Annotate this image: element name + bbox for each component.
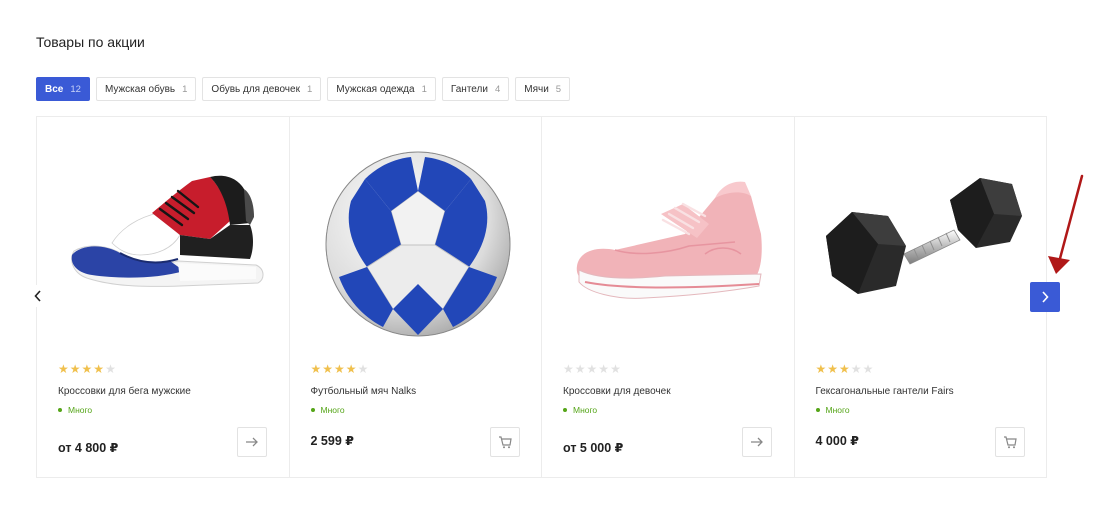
- star-icon: ★: [598, 362, 610, 376]
- star-icon: ★: [69, 362, 81, 376]
- star-icon: ★: [839, 362, 850, 376]
- product-image[interactable]: [560, 139, 780, 349]
- tab-label: Мужская одежда: [336, 83, 415, 95]
- stock-status: Много: [815, 405, 850, 415]
- tab-count: 12: [70, 83, 81, 95]
- add-to-cart-button[interactable]: [489, 427, 520, 457]
- category-tabs: Все 12 Мужская обувь 1 Обувь для девочек 1 …: [36, 77, 571, 101]
- stock-dot-icon: [563, 408, 567, 412]
- star-icon: ★: [93, 362, 105, 376]
- chevron-right-icon: [1042, 291, 1049, 303]
- product-card[interactable]: ★ ★ ★ ★ ★ Футбольный мяч Nalks Много 2 599 ₽: [290, 117, 542, 477]
- details-button[interactable]: [237, 427, 267, 457]
- star-icon: ★: [345, 362, 357, 376]
- arrow-right-icon: [751, 437, 763, 447]
- tab-label: Гантели: [450, 83, 488, 95]
- product-card[interactable]: ★ ★ ★ ★ ★ Кроссовки для бега мужские Много о…: [37, 117, 290, 477]
- arrow-right-icon: [246, 437, 258, 447]
- chevron-left-icon: [34, 290, 41, 302]
- tab-mens-shoes[interactable]: Мужская обувь 1: [95, 77, 197, 101]
- product-card[interactable]: ★ ★ ★ ★ ★ Кроссовки для девочек Много от 5 0…: [542, 117, 795, 477]
- rating-stars: ★ ★ ★ ★ ★: [563, 363, 621, 375]
- stock-label: Много: [320, 405, 345, 415]
- tab-count: 1: [421, 83, 427, 95]
- stock-dot-icon: [310, 408, 315, 412]
- product-price: от 5 000 ₽: [563, 441, 624, 455]
- tab-count: 4: [494, 83, 501, 95]
- tab-label: Мячи: [524, 83, 549, 95]
- star-icon: ★: [563, 362, 574, 376]
- star-icon: ★: [815, 362, 827, 376]
- rating-stars: ★ ★ ★ ★ ★: [311, 363, 369, 375]
- stock-status: Много: [58, 405, 92, 415]
- star-icon: ★: [81, 362, 93, 376]
- star-icon: ★: [586, 362, 598, 376]
- add-to-cart-button[interactable]: [994, 427, 1025, 457]
- tab-girls-shoes[interactable]: Обувь для девочек 1: [202, 77, 322, 101]
- product-price: 2 599 ₽: [310, 434, 354, 448]
- cart-icon: [498, 435, 512, 448]
- product-price: 4 000 ₽: [815, 434, 859, 448]
- rating-stars: ★ ★ ★ ★ ★: [816, 363, 874, 375]
- product-image[interactable]: [55, 139, 275, 349]
- carousel-next-button[interactable]: [1030, 282, 1060, 312]
- star-icon: ★: [850, 362, 862, 376]
- stock-label: Много: [573, 405, 598, 415]
- tab-all[interactable]: Все 12: [36, 77, 90, 101]
- details-button[interactable]: [742, 427, 772, 457]
- stock-label: Много: [825, 405, 850, 415]
- stock-label: Много: [68, 405, 93, 415]
- tab-label: Мужская обувь: [104, 83, 176, 95]
- tab-balls[interactable]: Мячи 5: [515, 77, 571, 101]
- carousel-prev-button[interactable]: [28, 285, 48, 307]
- tab-label: Все: [45, 83, 64, 95]
- tab-label: Обувь для девочек: [211, 83, 300, 95]
- star-icon: ★: [310, 362, 322, 376]
- star-icon: ★: [574, 362, 586, 376]
- stock-dot-icon: [58, 408, 62, 412]
- star-icon: ★: [827, 362, 839, 376]
- product-image[interactable]: [308, 139, 528, 349]
- star-icon: ★: [58, 362, 69, 376]
- product-image[interactable]: [813, 139, 1033, 349]
- tab-dumbbells[interactable]: Гантели 4: [441, 77, 510, 101]
- product-card[interactable]: ★ ★ ★ ★ ★ Гексагональные гантели Fairs Много…: [795, 117, 1047, 477]
- annotation-arrow-icon: [1048, 174, 1084, 274]
- tab-count: 1: [182, 83, 188, 95]
- star-icon: ★: [334, 362, 345, 376]
- tab-count: 1: [306, 83, 313, 95]
- tab-count: 5: [555, 83, 562, 95]
- product-name[interactable]: Гексагональные гантели Fairs: [816, 386, 954, 397]
- stock-status: Много: [310, 405, 345, 415]
- star-icon: ★: [322, 362, 334, 376]
- stock-status: Много: [563, 405, 597, 415]
- star-icon: ★: [862, 362, 874, 376]
- product-carousel: ★ ★ ★ ★ ★ Кроссовки для бега мужские Много о…: [36, 116, 1047, 478]
- cart-icon: [1003, 435, 1017, 448]
- product-name[interactable]: Кроссовки для бега мужские: [58, 386, 191, 397]
- star-icon: ★: [610, 362, 621, 376]
- product-price: от 4 800 ₽: [58, 441, 119, 455]
- stock-dot-icon: [815, 408, 820, 412]
- rating-stars: ★ ★ ★ ★ ★: [58, 363, 116, 375]
- tab-mens-clothing[interactable]: Мужская одежда 1: [327, 77, 436, 101]
- product-name[interactable]: Кроссовки для девочек: [563, 386, 671, 397]
- product-name[interactable]: Футбольный мяч Nalks: [311, 386, 417, 397]
- star-icon: ★: [357, 362, 369, 376]
- star-icon: ★: [105, 362, 116, 376]
- section-title: Товары по акции: [36, 34, 145, 50]
